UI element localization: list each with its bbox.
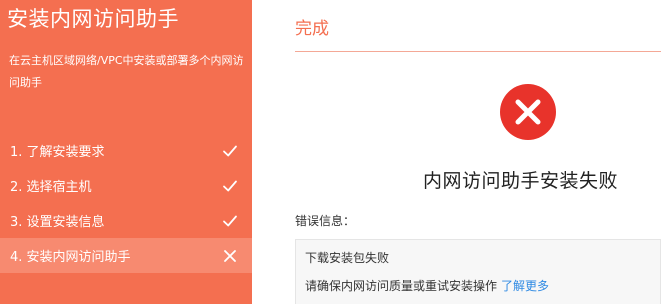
sidebar-description: 在云主机区域网络/VPC中安装或部署多个内网访问助手 [9,54,244,89]
error-hint: 请确保内网访问质量或重试安装操作 了解更多 [305,277,549,294]
result-message: 内网访问助手安装失败 [423,170,619,192]
step-item-install-settings[interactable]: 3. 设置安装信息 [0,203,252,238]
check-icon [222,143,238,159]
step-label: 3. 设置安装信息 [10,215,105,230]
step-label: 4. 安装内网访问助手 [10,250,131,265]
check-icon [222,178,238,194]
title-divider [295,51,661,52]
error-message: 下载安装包失败 [305,251,390,265]
error-hint-text: 请确保内网访问质量或重试安装操作 [305,279,498,293]
install-wizard: 安装内网访问助手 在云主机区域网络/VPC中安装或部署多个内网访问助手 1. 了… [0,0,661,304]
sidebar: 安装内网访问助手 在云主机区域网络/VPC中安装或部署多个内网访问助手 1. 了… [0,0,252,304]
close-icon [222,248,238,264]
page-title: 完成 [295,19,329,39]
step-label: 2. 选择宿主机 [10,180,92,195]
error-info-label: 错误信息： [295,214,356,228]
sidebar-title: 安装内网访问助手 [7,7,179,31]
step-item-install-helper[interactable]: 4. 安装内网访问助手 [0,238,252,273]
main-panel: 完成 内网访问助手安装失败 错误信息： 下载安装包失败 请确保内网访问质量或重试… [252,0,661,304]
step-list: 1. 了解安装要求 2. 选择宿主机 3. 设置安装信息 4. 安装内网访问助手 [0,133,252,273]
learn-more-link[interactable]: 了解更多 [501,279,549,293]
step-item-requirements[interactable]: 1. 了解安装要求 [0,133,252,168]
step-label: 1. 了解安装要求 [10,145,105,160]
error-circle-icon [500,84,556,140]
error-detail-box: 下载安装包失败 请确保内网访问质量或重试安装操作 了解更多 [295,239,661,304]
step-item-select-host[interactable]: 2. 选择宿主机 [0,168,252,203]
check-icon [222,213,238,229]
